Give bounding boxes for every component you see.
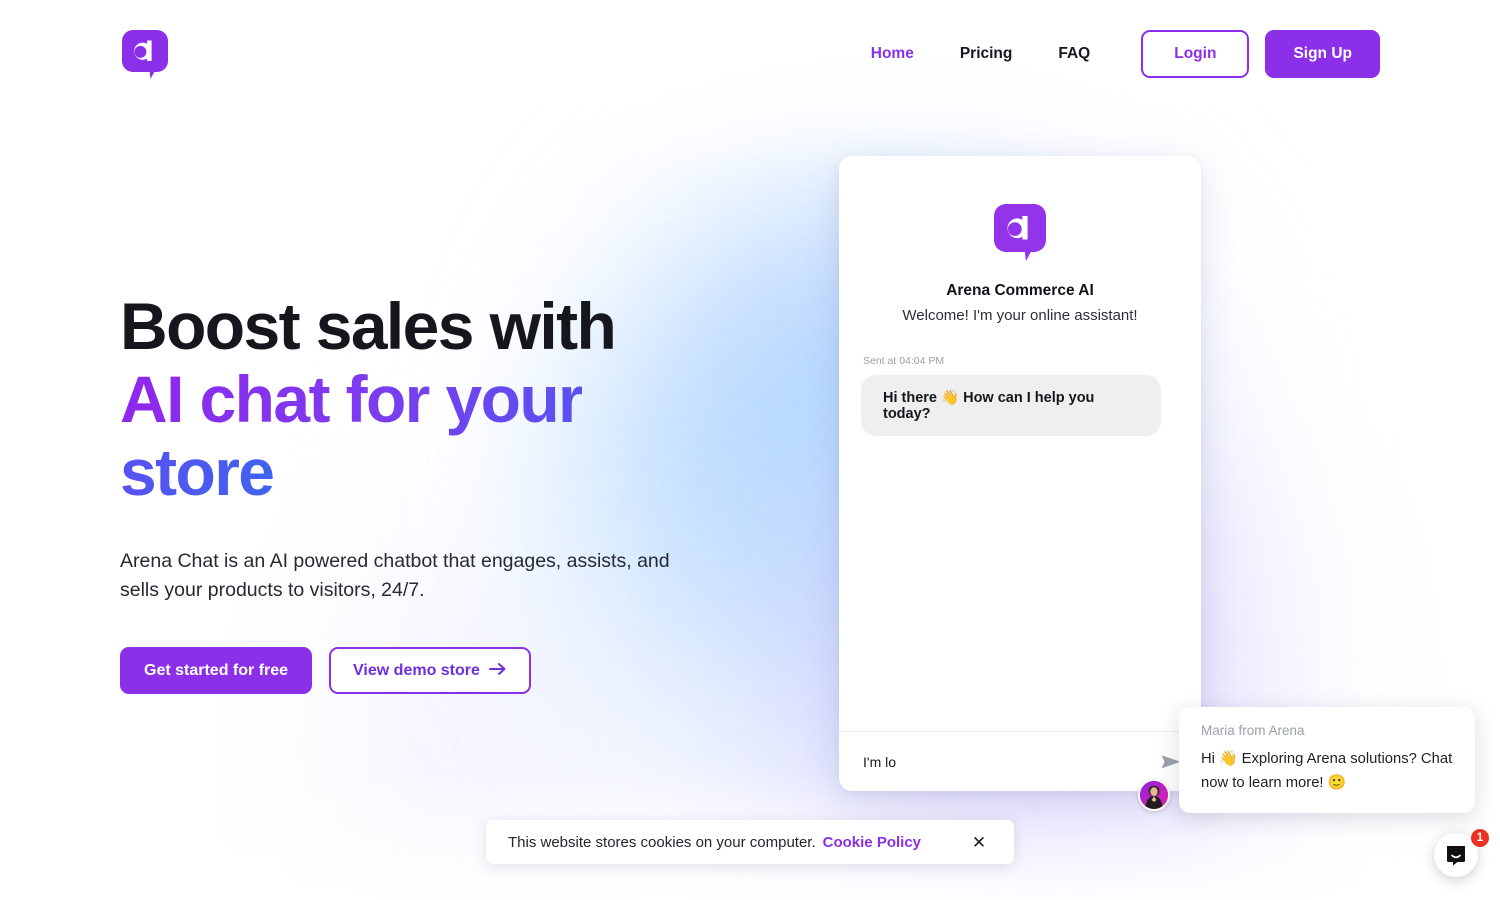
site-header: Home Pricing FAQ Login Sign Up — [0, 0, 1500, 108]
intercom-sender-name: Maria from Arena — [1201, 723, 1305, 738]
chat-bot-name: Arena Commerce AI — [946, 282, 1094, 299]
arrow-right-icon — [488, 662, 507, 679]
hero-title-line1: Boost sales with — [120, 289, 617, 363]
hero-title: Boost sales with AI chat for your store — [120, 290, 740, 509]
nav-link-home[interactable]: Home — [848, 30, 937, 78]
hero-section: Boost sales with AI chat for your store A… — [120, 290, 740, 694]
chat-intro-header: Arena Commerce AI Welcome! I'm your onli… — [861, 156, 1179, 324]
intercom-unread-badge: 1 — [1470, 828, 1490, 848]
hero-title-highlight: AI chat for your store — [120, 362, 584, 509]
chat-message-list: Arena Commerce AI Welcome! I'm your onli… — [839, 156, 1201, 731]
signup-button[interactable]: Sign Up — [1265, 30, 1380, 78]
nav-link-pricing[interactable]: Pricing — [937, 30, 1036, 78]
hero-subtitle: Arena Chat is an AI powered chatbot that… — [120, 550, 670, 601]
main-nav: Home Pricing FAQ Login Sign Up — [848, 30, 1380, 78]
chat-message-timestamp: Sent at 04:04 PM — [863, 355, 945, 367]
intercom-message-text: Hi 👋 Exploring Arena solutions? Chat now… — [1201, 751, 1453, 791]
arena-chat-logo-icon — [122, 30, 168, 79]
brand-logo[interactable] — [122, 30, 168, 82]
view-demo-store-button[interactable]: View demo store — [329, 647, 531, 694]
get-started-button[interactable]: Get started for free — [120, 647, 313, 694]
view-demo-store-label: View demo store — [353, 661, 480, 679]
arena-chat-logo-icon — [994, 204, 1046, 261]
arrow-right-glyph — [488, 663, 506, 675]
chat-widget-panel: Arena Commerce AI Welcome! I'm your onli… — [839, 156, 1201, 791]
chat-message-bubble: Hi there 👋 How can I help you today? — [861, 375, 1161, 436]
avatar-person-icon — [1140, 781, 1168, 809]
intercom-chat-icon — [1447, 846, 1465, 866]
cookie-policy-link[interactable]: Cookie Policy — [823, 834, 921, 851]
cookie-consent-banner: This website stores cookies on your comp… — [486, 820, 1014, 864]
nav-link-faq[interactable]: FAQ — [1035, 30, 1113, 78]
intercom-message-popup[interactable]: Maria from Arena Hi 👋 Exploring Arena so… — [1179, 707, 1475, 813]
login-button[interactable]: Login — [1141, 30, 1250, 78]
cookie-banner-text: This website stores cookies on your comp… — [508, 833, 816, 851]
chat-welcome-text: Welcome! I'm your online assistant! — [902, 307, 1138, 324]
agent-avatar[interactable] — [1138, 779, 1170, 811]
hero-actions: Get started for free View demo store — [120, 647, 740, 694]
close-icon[interactable]: ✕ — [966, 829, 992, 855]
chat-input[interactable] — [863, 753, 1151, 770]
